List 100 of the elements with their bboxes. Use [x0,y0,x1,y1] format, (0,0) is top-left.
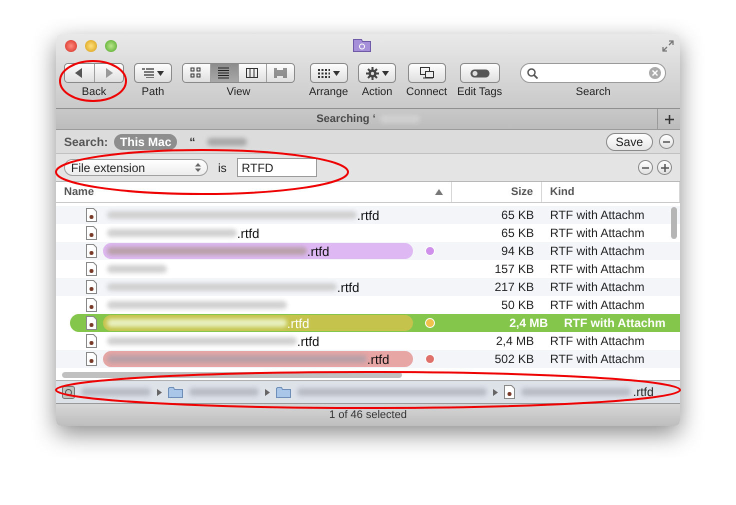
search-tab[interactable]: Searching ‘ [56,109,680,130]
column-header[interactable]: Kind [542,182,680,202]
value-field[interactable]: RTFD [236,158,317,177]
file-row[interactable]: .rtfd 2,4 MB RTF with Attachm [56,332,680,350]
size-cell: 2,4 MB [509,316,548,330]
kind-cell: RTF with Attachm [550,334,644,348]
remove-button[interactable] [659,134,674,149]
document-icon [86,298,97,312]
document-icon [86,226,97,240]
view-mode-button[interactable] [267,64,294,82]
cover-flow-icon [274,67,287,79]
attribute-popup[interactable]: File extension [64,159,208,176]
add-tab-icon[interactable] [664,114,674,124]
back-icon [75,68,84,78]
file-row[interactable]: 50 KB RTF with Attachm [56,296,680,314]
file-row[interactable]: .rtfd 65 KB RTF with Attachm [56,206,680,224]
action-button[interactable] [358,63,396,83]
document-icon [504,385,515,399]
minus-icon [642,166,649,168]
smart-folder-icon [353,38,371,52]
file-row[interactable]: .rtfd 502 KB RTF with Attachm [56,350,680,368]
kind-cell: RTF with Attachm [550,298,644,312]
edit-tags-button[interactable] [460,63,500,83]
icon-view-icon [190,67,203,79]
sort-arrow-icon[interactable] [435,189,443,195]
computer-icon [420,67,434,79]
column-view-icon [246,67,259,79]
chevron-icon [157,388,162,396]
document-icon [86,316,97,330]
remove-criterion-button[interactable] [638,160,653,175]
toolbar-label: Edit Tags [457,86,502,98]
blurred-text [207,138,248,146]
kind-cell: RTF with Attachm [550,208,644,222]
file-row[interactable]: .rtfd 94 KB RTF with Attachm [56,242,680,260]
view-mode-button[interactable] [239,64,267,82]
list-icon [142,68,154,78]
document-icon [86,244,97,258]
toolbar-label: Path [142,86,164,98]
size-cell: 502 KB [494,352,534,366]
plus-icon [660,164,668,172]
arrange-button[interactable] [310,63,348,83]
back-forward-control[interactable] [64,63,124,83]
folder-icon [168,386,183,398]
file-row[interactable]: .rtfd 217 KB RTF with Attachm [56,278,680,296]
toolbar-label: Connect [406,86,448,98]
grid-icon [318,68,330,78]
view-segmented-control[interactable] [182,63,295,83]
file-extension: .rtfd [237,226,260,240]
toolbar-label: Back [82,86,106,98]
file-row[interactable]: 157 KB RTF with Attachm [56,260,680,278]
fullscreen-icon[interactable] [662,40,674,52]
file-extension: .rtfd [307,244,330,258]
search-icon [527,68,538,78]
size-cell: 217 KB [494,280,534,294]
view-mode-button[interactable] [183,64,211,82]
document-icon [86,208,97,222]
file-extension: .rtfd [357,208,380,222]
size-cell: 157 KB [494,262,534,276]
file-extension: .rtfd [297,334,320,348]
size-cell: 94 KB [501,244,534,258]
chevron-icon [265,388,270,396]
document-icon [86,280,97,294]
file-extension: .rtfd [367,352,390,366]
file-extension: .rtfd [337,280,360,294]
tag-toggle-icon [470,68,490,78]
view-mode-button[interactable] [211,64,239,82]
column-header[interactable]: Name [56,182,452,202]
add-criterion-button[interactable] [657,160,672,175]
document-icon [86,334,97,348]
chevron-icon [493,388,498,396]
toolbar-label: Action [362,86,392,98]
save-button[interactable]: Save [606,132,653,150]
size-cell: 65 KB [501,208,534,222]
minus-icon [663,140,670,142]
file-row[interactable]: .rtfd 65 KB RTF with Attachm [56,224,680,242]
column-header[interactable]: Size [452,182,542,202]
status-text: 1 of 46 selected [329,409,407,421]
path-button[interactable] [134,63,172,83]
gear-icon [366,66,379,80]
folder-icon [276,386,291,398]
scrollbar[interactable] [671,207,677,239]
kind-cell: RTF with Attachm [550,352,644,366]
blurred-text [189,388,259,396]
size-cell: 50 KB [501,298,534,312]
file-extension: .rtfd [633,385,654,399]
list-view-icon [218,67,231,79]
caret-icon [382,70,389,76]
search-label: Search: [64,134,108,148]
connect-button[interactable] [408,63,446,83]
kind-cell: RTF with Attachm [550,226,644,240]
scope-button[interactable]: “ [183,134,202,150]
forward-icon [104,68,113,78]
kind-cell: RTF with Attachm [550,262,644,276]
toolbar-label: Search [576,86,611,98]
document-icon [86,262,97,276]
toolbar-label: Arrange [309,86,348,98]
search-field[interactable] [520,63,666,83]
size-cell: 2,4 MB [496,334,534,348]
file-extension: .rtfd [287,316,310,330]
close-button[interactable] [65,40,77,52]
